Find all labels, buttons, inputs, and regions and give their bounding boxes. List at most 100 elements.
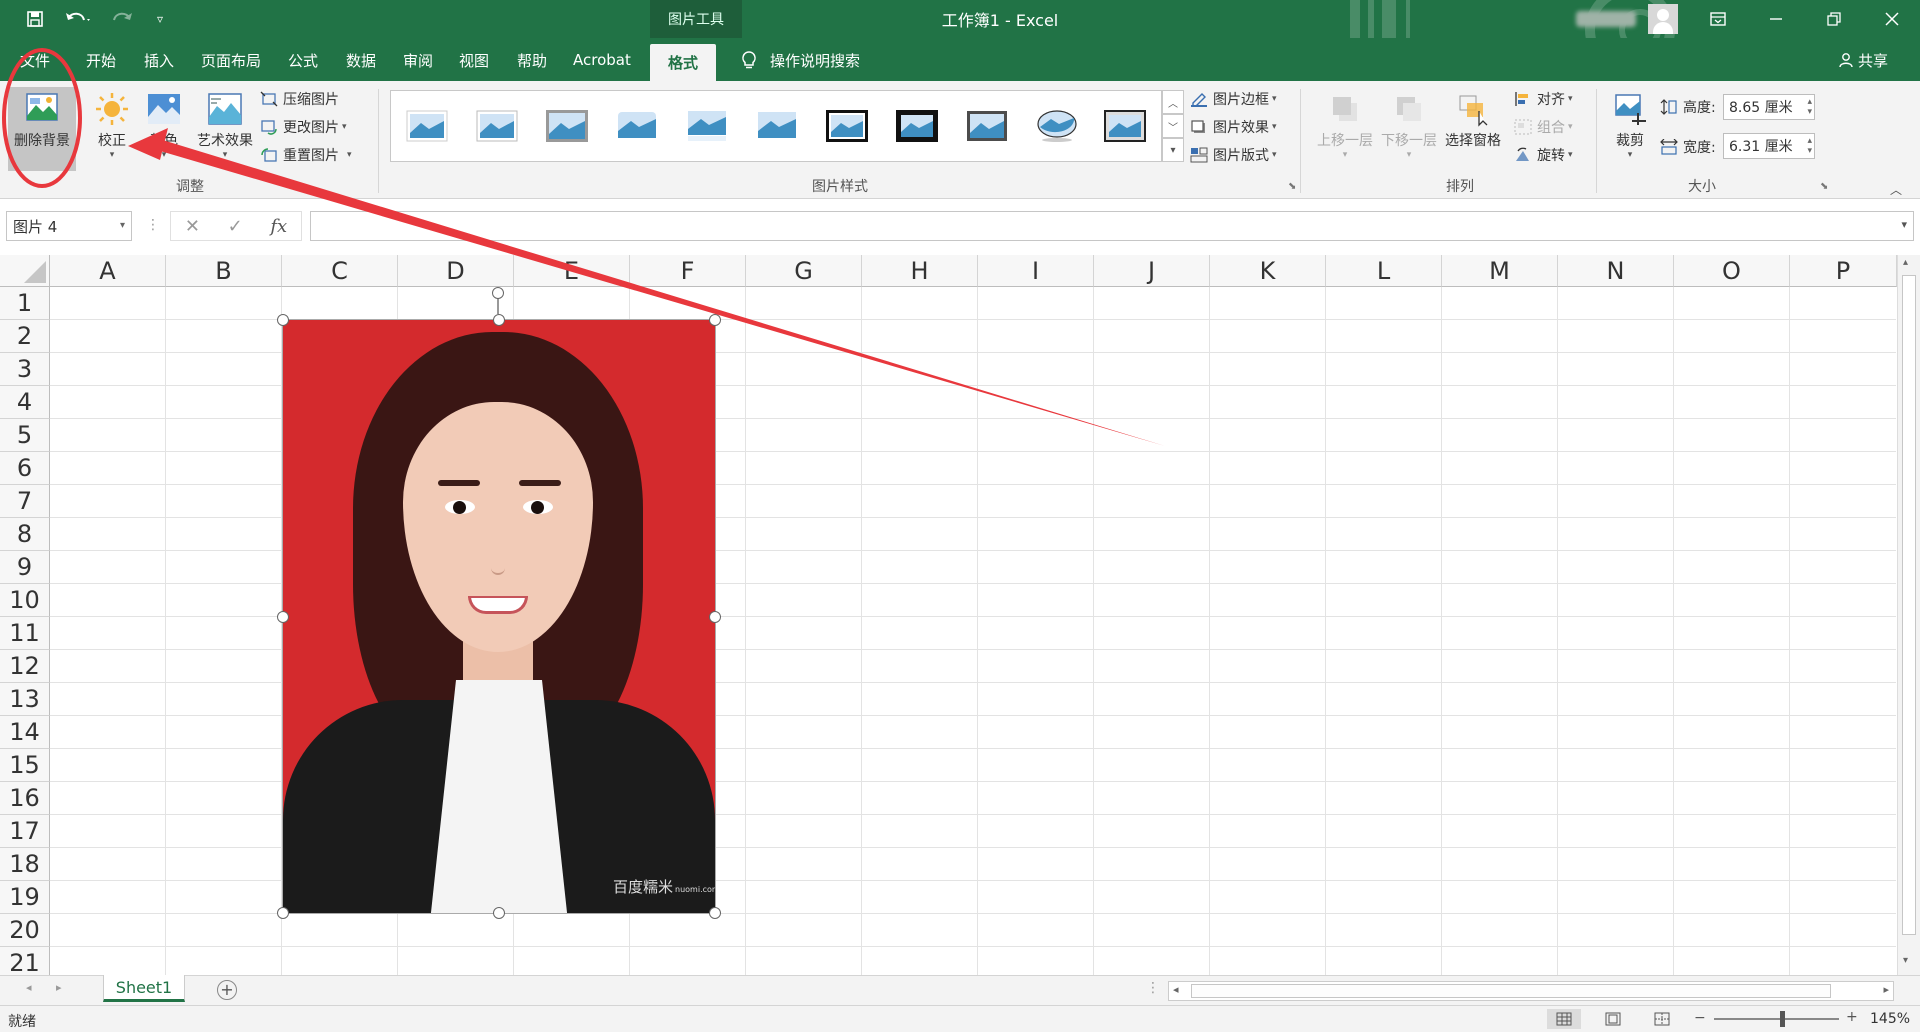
vertical-scroll-thumb[interactable] [1902,275,1916,935]
avatar[interactable] [1648,4,1678,34]
remove-background-button[interactable]: 删除背景 [8,87,76,171]
add-sheet-icon[interactable]: + [217,980,237,1000]
tab-format[interactable]: 格式 [650,44,717,81]
tab-data[interactable]: 数据 [346,46,376,74]
row-header[interactable]: 14 [0,716,50,749]
next-sheet-icon[interactable]: ▸ [56,981,62,994]
row-header[interactable]: 12 [0,650,50,683]
selection-pane-button[interactable]: 选择窗格 [1440,91,1506,150]
color-button[interactable]: 颜色 ▾ [144,91,184,160]
cancel-icon[interactable]: ✕ [185,216,200,237]
select-all-button[interactable] [0,255,50,287]
style-thumb-icon[interactable] [895,109,939,143]
tab-page-layout[interactable]: 页面布局 [201,46,261,74]
share-button[interactable]: 共享 [1838,46,1888,74]
collapse-ribbon-icon[interactable]: ︿ [1890,181,1902,198]
style-thumb-icon[interactable] [1103,109,1147,143]
tab-help[interactable]: 帮助 [517,46,547,74]
resize-handle[interactable] [709,907,721,919]
zoom-in-icon[interactable]: + [1846,1009,1858,1025]
tab-acrobat[interactable]: Acrobat [573,46,631,74]
height-spinner[interactable]: ▴ ▾ [1807,97,1812,117]
chevron-up-icon[interactable]: ︿ [1162,90,1184,114]
redo-icon[interactable] [104,6,144,32]
zoom-knob[interactable] [1780,1011,1785,1027]
row-header[interactable]: 2 [0,320,50,353]
horizontal-scrollbar[interactable]: ◂ ▸ [1168,981,1894,1001]
column-header[interactable]: A [50,255,166,287]
tab-view[interactable]: 视图 [459,46,489,74]
column-header[interactable]: M [1442,255,1558,287]
column-header[interactable]: K [1210,255,1326,287]
picture-effects-button[interactable]: 图片效果 ▾ [1190,115,1277,139]
row-header[interactable]: 8 [0,518,50,551]
compress-pictures-button[interactable]: 压缩图片 [260,87,339,111]
crop-button[interactable]: 裁剪 ▾ [1606,91,1654,160]
rotation-handle[interactable] [492,287,504,299]
customize-icon[interactable]: ▿ [150,6,170,32]
row-header[interactable]: 13 [0,683,50,716]
row-header[interactable]: 10 [0,584,50,617]
column-header[interactable]: E [514,255,630,287]
resize-handle[interactable] [709,314,721,326]
prev-sheet-icon[interactable]: ◂ [26,981,32,994]
bring-forward-button[interactable]: 上移一层 ▾ [1312,91,1378,160]
insert-function-icon[interactable]: fx [270,216,287,237]
style-thumb-icon[interactable] [545,109,589,143]
tab-review[interactable]: 审阅 [403,46,433,74]
tab-home[interactable]: 开始 [86,46,116,74]
zoom-slider[interactable] [1714,1018,1839,1020]
align-button[interactable]: 对齐 ▾ [1514,87,1573,111]
column-header[interactable]: N [1558,255,1674,287]
resize-handle[interactable] [277,314,289,326]
group-button[interactable]: 组合 ▾ [1514,115,1573,139]
row-header[interactable]: 1 [0,287,50,320]
sheet-tab[interactable]: Sheet1 [103,975,185,1002]
picture-layout-button[interactable]: 图片版式 ▾ [1190,143,1277,167]
row-header[interactable]: 7 [0,485,50,518]
resize-handle[interactable] [277,611,289,623]
undo-icon[interactable] [58,6,98,32]
column-header[interactable]: D [398,255,514,287]
style-thumb-icon[interactable] [615,109,659,143]
zoom-level[interactable]: 145% [1870,1011,1910,1027]
chevron-down-icon[interactable]: ▾ [120,220,125,231]
column-header[interactable]: I [978,255,1094,287]
vertical-scrollbar[interactable]: ▴ ▾ [1897,255,1920,975]
style-thumb-icon[interactable] [475,109,519,143]
resize-handle[interactable] [493,314,505,326]
column-header[interactable]: L [1326,255,1442,287]
tab-insert[interactable]: 插入 [144,46,174,74]
height-field[interactable]: 8.65 厘米 ▴ ▾ [1723,94,1815,120]
tab-formulas[interactable]: 公式 [288,46,318,74]
drag-handle-icon[interactable]: ⋮ [1146,980,1160,996]
row-header[interactable]: 4 [0,386,50,419]
dialog-launcher-icon[interactable]: ⬊ [1288,181,1296,192]
column-header[interactable]: P [1790,255,1897,287]
rotate-button[interactable]: 旋转 ▾ [1514,143,1573,167]
row-header[interactable]: 21 [0,947,50,975]
scroll-right-icon[interactable]: ▸ [1883,983,1889,996]
row-header[interactable]: 9 [0,551,50,584]
row-header[interactable]: 16 [0,782,50,815]
width-spinner[interactable]: ▴ ▾ [1807,136,1812,156]
column-header[interactable]: B [166,255,282,287]
style-thumb-icon[interactable] [685,109,729,143]
close-icon[interactable] [1864,0,1920,38]
horizontal-scroll-thumb[interactable] [1191,984,1831,998]
drag-handle-icon[interactable]: ⋮ [146,217,160,233]
style-thumb-icon[interactable] [405,109,449,143]
change-picture-button[interactable]: 更改图片 ▾ [260,115,347,139]
style-thumb-icon[interactable] [965,109,1009,143]
style-thumb-icon[interactable] [1035,109,1079,143]
save-icon[interactable] [20,6,50,32]
style-thumb-icon[interactable] [755,109,799,143]
column-header[interactable]: O [1674,255,1790,287]
resize-handle[interactable] [493,907,505,919]
expand-formula-icon[interactable]: ▾ [1901,218,1907,231]
tell-me-search[interactable]: 操作说明搜索 [740,46,860,74]
id-photo[interactable]: 百度糯米nuomi.com [282,319,716,914]
column-header[interactable]: J [1094,255,1210,287]
send-backward-button[interactable]: 下移一层 ▾ [1376,91,1442,160]
minimize-icon[interactable] [1748,0,1804,38]
